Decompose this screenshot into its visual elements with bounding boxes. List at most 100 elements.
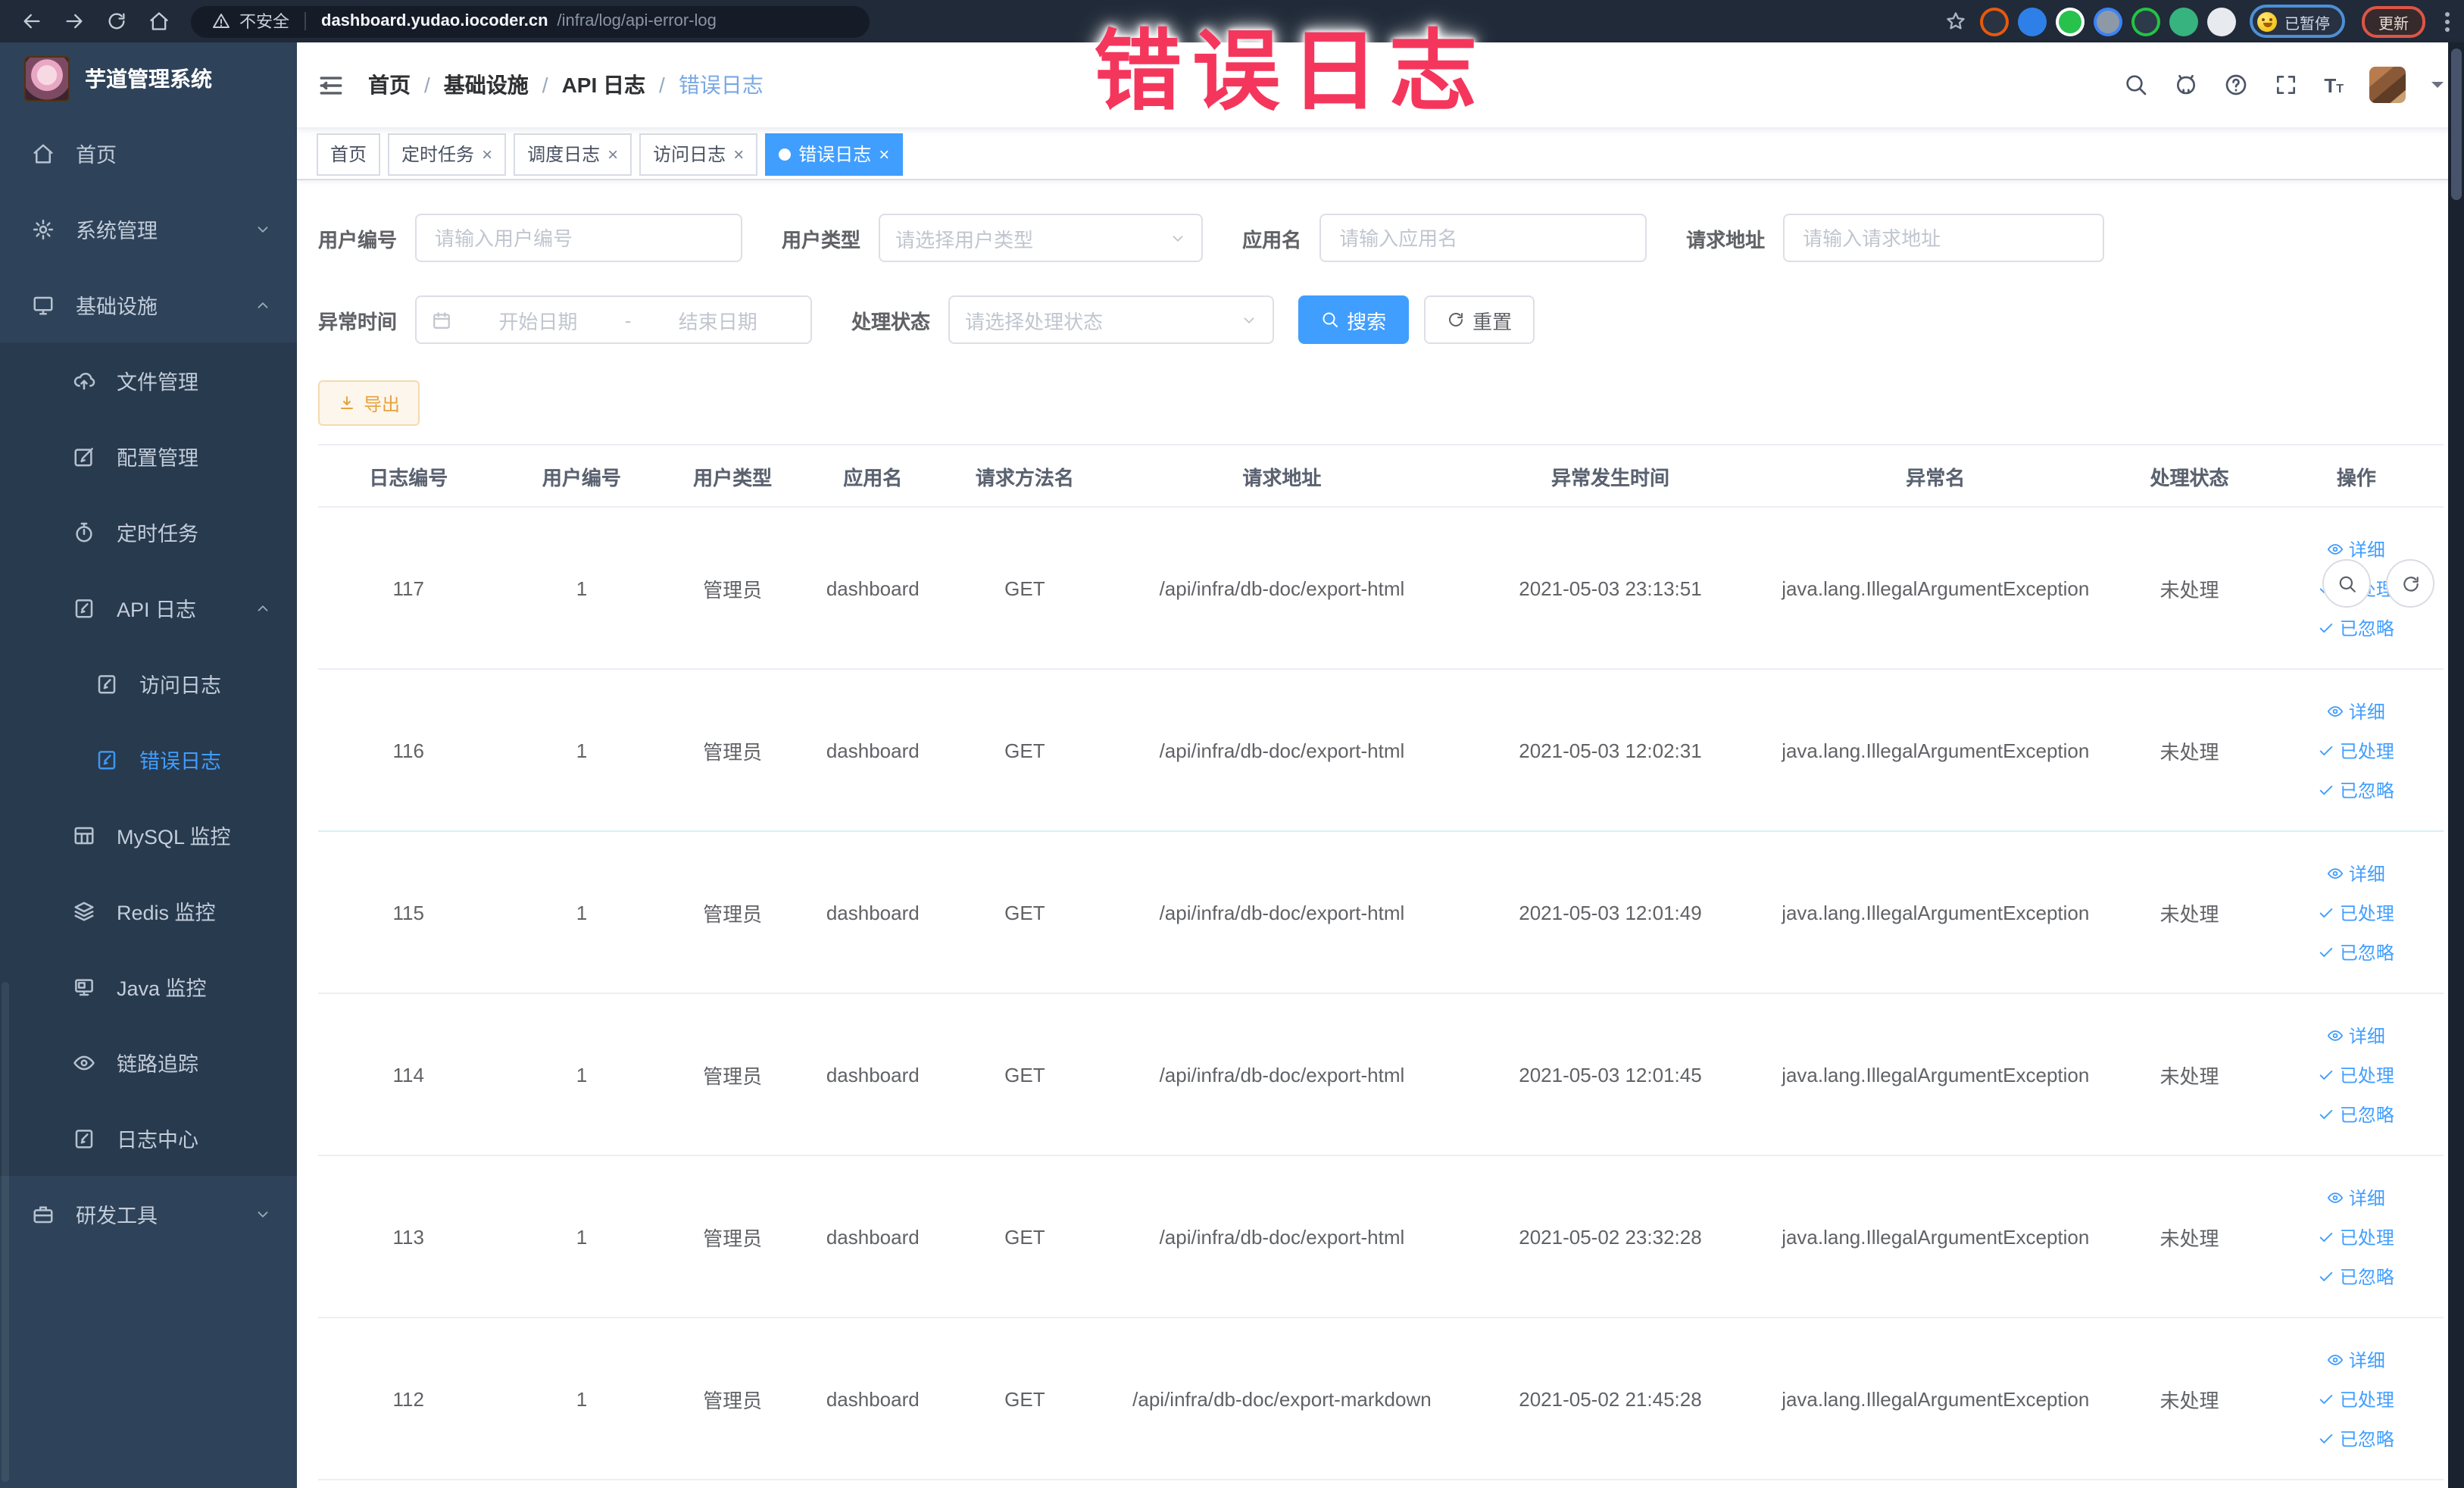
sidebar-item-label: Redis 监控 xyxy=(117,902,216,924)
breadcrumb-item[interactable]: 基础设施 xyxy=(444,70,529,100)
action-已忽略[interactable]: 已忽略 xyxy=(2319,777,2394,802)
avatar[interactable] xyxy=(2369,67,2406,103)
tag-调度日志[interactable]: 调度日志 × xyxy=(514,133,632,175)
ext-leaf-icon[interactable] xyxy=(2172,10,2195,33)
action-已处理[interactable]: 已处理 xyxy=(2319,1386,2394,1411)
close-icon[interactable]: × xyxy=(482,145,492,163)
sidebar-item-首页[interactable]: 首页 xyxy=(0,115,297,191)
address-bar[interactable]: 不安全 dashboard.yudao.iocoder.cn/infra/log… xyxy=(191,5,870,37)
action-已忽略[interactable]: 已忽略 xyxy=(2319,1263,2394,1289)
font-size-icon[interactable]: TT xyxy=(2324,75,2344,95)
check-icon xyxy=(2319,1268,2335,1284)
cell-actions: 详细已处理已忽略 xyxy=(2269,1318,2444,1480)
action-详细[interactable]: 详细 xyxy=(2328,536,2385,561)
search-button[interactable]: 搜索 xyxy=(1298,295,1410,344)
action-已处理[interactable]: 已处理 xyxy=(2319,737,2394,763)
forward-icon[interactable] xyxy=(64,11,85,32)
browser-menu-kebab-icon[interactable] xyxy=(2445,11,2450,31)
action-已处理[interactable]: 已处理 xyxy=(2319,1061,2394,1087)
log-icon xyxy=(95,672,118,695)
logo-row[interactable]: 芋道管理系统 xyxy=(0,42,297,115)
ext-grid-icon[interactable] xyxy=(2097,10,2119,33)
reset-button[interactable]: 重置 xyxy=(1424,295,1535,344)
action-详细[interactable]: 详细 xyxy=(2328,1184,2385,1210)
action-详细[interactable]: 详细 xyxy=(2328,1346,2385,1372)
date-range-picker[interactable]: 开始日期 - 结束日期 xyxy=(415,295,813,344)
docs-question-icon[interactable] xyxy=(2224,73,2248,97)
tag-访问日志[interactable]: 访问日志 × xyxy=(639,133,758,175)
breadcrumb-item[interactable]: 首页 xyxy=(368,70,411,100)
back-icon[interactable] xyxy=(21,11,42,32)
action-已忽略[interactable]: 已忽略 xyxy=(2319,1101,2394,1127)
sidebar-item-mysql-监控[interactable]: MySQL 监控 xyxy=(0,797,297,873)
close-icon[interactable]: × xyxy=(733,145,744,163)
sidebar-item-访问日志[interactable]: 访问日志 xyxy=(0,646,297,721)
user-id-input[interactable] xyxy=(415,214,743,262)
tag-错误日志[interactable]: 错误日志 × xyxy=(765,133,904,175)
monitor-icon xyxy=(32,293,55,316)
browser-home-icon[interactable] xyxy=(148,11,170,32)
tag-首页[interactable]: 首页 xyxy=(317,133,381,175)
ext-on-badge-icon[interactable] xyxy=(2135,10,2157,33)
ext-blue-shield-icon[interactable] xyxy=(2021,10,2044,33)
bookmark-star-icon[interactable] xyxy=(1945,11,1966,32)
action-已处理[interactable]: 已处理 xyxy=(2319,899,2394,925)
cell-method: GET xyxy=(945,831,1105,994)
sidebar-item-配置管理[interactable]: 配置管理 xyxy=(0,418,297,494)
sidebar-item-系统管理[interactable]: 系统管理 xyxy=(0,191,297,267)
paused-extension-pill[interactable]: 已暂停 xyxy=(2250,5,2345,38)
action-详细[interactable]: 详细 xyxy=(2328,1022,2385,1048)
sidebar-item-api-日志[interactable]: API 日志 xyxy=(0,570,297,646)
app-logo xyxy=(24,56,70,102)
sidebar-item-label: 链路追踪 xyxy=(117,1053,198,1076)
sidebar-item-label: 错误日志 xyxy=(139,750,221,773)
refresh-table-button[interactable] xyxy=(2386,559,2434,608)
extensions-puzzle-icon[interactable] xyxy=(2210,10,2233,33)
breadcrumb-item[interactable]: API 日志 xyxy=(562,70,645,100)
sidebar-item-日志中心[interactable]: 日志中心 xyxy=(0,1100,297,1176)
cell-user_type: 管理员 xyxy=(664,993,801,1156)
close-icon[interactable]: × xyxy=(879,145,889,163)
action-详细[interactable]: 详细 xyxy=(2328,698,2385,724)
tag-定时任务[interactable]: 定时任务 × xyxy=(388,133,507,175)
action-已忽略[interactable]: 已忽略 xyxy=(2319,1425,2394,1451)
filter-label: 应用名 xyxy=(1242,228,1302,251)
sidebar-item-文件管理[interactable]: 文件管理 xyxy=(0,342,297,418)
table-toolbar xyxy=(2322,559,2434,608)
export-button[interactable]: 导出 xyxy=(318,380,420,426)
fullscreen-icon[interactable] xyxy=(2274,73,2298,97)
sidebar-scrollbar[interactable] xyxy=(2,982,9,1482)
cell-url: /api/infra/db-doc/export-html xyxy=(1104,1155,1460,1318)
ext-green-circle-icon[interactable] xyxy=(2059,10,2081,33)
cell-app: dashboard xyxy=(800,507,945,670)
request-url-input[interactable] xyxy=(1783,214,2105,262)
sidebar-item-redis-监控[interactable]: Redis 监控 xyxy=(0,873,297,949)
sidebar-item-基础设施[interactable]: 基础设施 xyxy=(0,267,297,342)
action-已忽略[interactable]: 已忽略 xyxy=(2319,939,2394,964)
ext-orange-ring-icon[interactable] xyxy=(1983,10,2006,33)
sidebar-item-定时任务[interactable]: 定时任务 xyxy=(0,494,297,570)
sidebar-item-java-监控[interactable]: Java 监控 xyxy=(0,949,297,1024)
action-已忽略[interactable]: 已忽略 xyxy=(2319,614,2394,640)
sidebar-item-错误日志[interactable]: 错误日志 xyxy=(0,721,297,797)
scrollbar-thumb[interactable] xyxy=(2451,48,2462,200)
home-icon xyxy=(32,142,55,164)
refresh-icon xyxy=(2400,574,2420,593)
sidebar-item-链路追踪[interactable]: 链路追踪 xyxy=(0,1024,297,1100)
github-icon[interactable] xyxy=(2174,73,2198,97)
search-icon[interactable] xyxy=(2124,73,2148,97)
update-button[interactable]: 更新 xyxy=(2362,5,2425,37)
eye-icon xyxy=(2328,864,2344,881)
chevron-down-icon[interactable] xyxy=(2431,82,2444,94)
close-icon[interactable]: × xyxy=(607,145,618,163)
user-type-select[interactable]: 请选择用户类型 xyxy=(879,214,1204,262)
action-详细[interactable]: 详细 xyxy=(2328,860,2385,886)
process-status-select[interactable]: 请选择处理状态 xyxy=(948,295,1275,344)
action-已处理[interactable]: 已处理 xyxy=(2319,1224,2394,1249)
reload-icon[interactable] xyxy=(106,11,127,32)
sidebar-item-研发工具[interactable]: 研发工具 xyxy=(0,1176,297,1252)
cell-user_id: 1 xyxy=(498,1155,665,1318)
toggle-search-button[interactable] xyxy=(2322,559,2371,608)
app-name-input[interactable] xyxy=(1319,214,1647,262)
sidebar-toggle-icon[interactable] xyxy=(318,72,344,98)
